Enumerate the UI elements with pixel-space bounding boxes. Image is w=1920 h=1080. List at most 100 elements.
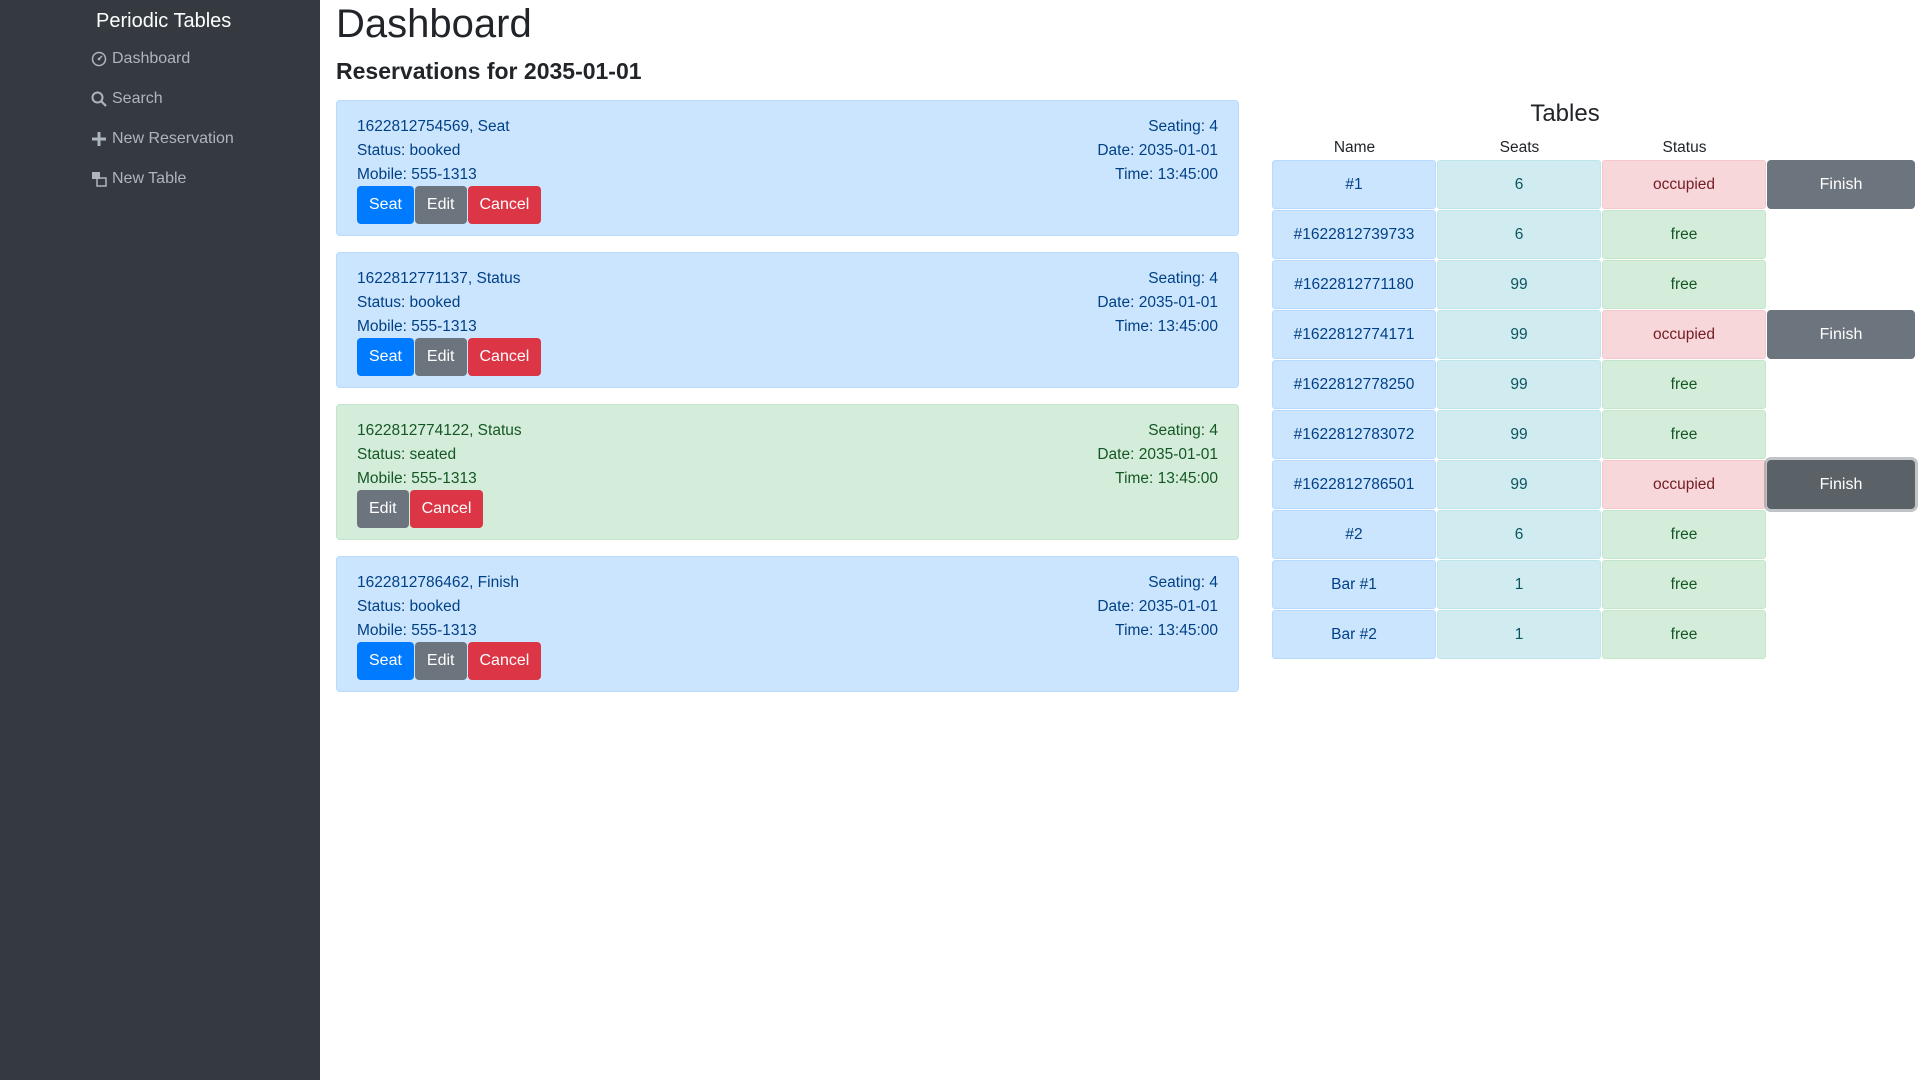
reservation-title: 1622812774122, Status xyxy=(357,422,522,439)
reservation-card: 1622812754569, Seat Status: booked Mobil… xyxy=(336,100,1239,236)
reservation-date: Date: 2035-01-01 xyxy=(1097,598,1218,615)
sidebar-item-label: Dashboard xyxy=(112,50,191,67)
reservation-mobile: Mobile: 555-1313 xyxy=(357,166,477,183)
tables-header: Name Seats Status xyxy=(1272,139,1767,157)
edit-button[interactable]: Edit xyxy=(414,186,467,224)
edit-button[interactable]: Edit xyxy=(357,490,409,528)
table-status: occupied xyxy=(1602,310,1766,359)
table-name: #1622812771180 xyxy=(1272,260,1436,309)
table-row: #1622812774171 99 occupied Finish xyxy=(1272,310,1915,360)
reservation-date: Date: 2035-01-01 xyxy=(1097,142,1218,159)
reservation-mobile: Mobile: 555-1313 xyxy=(357,622,477,639)
reservation-date: Date: 2035-01-01 xyxy=(1097,446,1218,463)
table-name: Bar #1 xyxy=(1272,560,1436,609)
table-seats: 1 xyxy=(1437,560,1601,609)
sidebar: Periodic Tables Dashboard Search New Res… xyxy=(0,0,320,1080)
page-subtitle: Reservations for 2035-01-01 xyxy=(336,58,642,84)
table-seats: 6 xyxy=(1437,510,1601,559)
table-seats: 1 xyxy=(1437,610,1601,659)
sidebar-item-search[interactable]: Search xyxy=(90,90,163,108)
table-seats: 99 xyxy=(1437,410,1601,459)
reservation-title: 1622812771137, Status xyxy=(357,270,521,287)
table-status: free xyxy=(1602,510,1766,559)
reservation-seating: Seating: 4 xyxy=(1148,422,1218,439)
seat-button[interactable]: Seat xyxy=(357,642,414,680)
reservation-time: Time: 13:45:00 xyxy=(1115,166,1218,183)
table-name: #1 xyxy=(1272,160,1436,209)
table-row: Bar #1 1 free xyxy=(1272,560,1915,610)
reservation-mobile: Mobile: 555-1313 xyxy=(357,470,477,487)
sidebar-item-label: New Reservation xyxy=(112,130,234,147)
table-status: occupied xyxy=(1602,160,1766,209)
seat-button[interactable]: Seat xyxy=(357,338,414,376)
reservation-title: 1622812754569, Seat xyxy=(357,118,510,135)
tables-title: Tables xyxy=(1530,100,1600,127)
dashboard-icon xyxy=(90,50,108,68)
edit-button[interactable]: Edit xyxy=(414,642,467,680)
reservation-status: Status: seated xyxy=(357,446,457,463)
table-row: Bar #2 1 free xyxy=(1272,610,1915,660)
table-status: free xyxy=(1602,410,1766,459)
seat-button[interactable]: Seat xyxy=(357,186,414,224)
reservation-time: Time: 13:45:00 xyxy=(1115,622,1218,639)
table-name: #1622812786501 xyxy=(1272,460,1436,509)
table-status: free xyxy=(1602,610,1766,659)
reservation-status: Status: booked xyxy=(357,142,461,159)
table-name: #1622812774171 xyxy=(1272,310,1436,359)
table-status: occupied xyxy=(1602,460,1766,509)
table-status: free xyxy=(1602,360,1766,409)
table-row: #1 6 occupied Finish xyxy=(1272,160,1915,210)
column-header-seats: Seats xyxy=(1499,139,1540,156)
reservation-status: Status: booked xyxy=(357,598,461,615)
table-status: free xyxy=(1602,260,1766,309)
table-status: free xyxy=(1602,560,1766,609)
brand-title: Periodic Tables xyxy=(96,10,232,32)
edit-button[interactable]: Edit xyxy=(414,338,467,376)
sidebar-item-new-reservation[interactable]: New Reservation xyxy=(90,130,234,148)
table-seats: 6 xyxy=(1437,160,1601,209)
reservation-card: 1622812786462, Finish Status: booked Mob… xyxy=(336,556,1239,692)
reservation-list: 1622812754569, Seat Status: booked Mobil… xyxy=(336,100,1239,708)
finish-button[interactable]: Finish xyxy=(1767,160,1915,209)
table-seats: 99 xyxy=(1437,460,1601,509)
cancel-button[interactable]: Cancel xyxy=(467,642,542,680)
cancel-button[interactable]: Cancel xyxy=(409,490,484,528)
reservation-card: 1622812774122, Status Status: seated Mob… xyxy=(336,404,1239,540)
finish-button[interactable]: Finish xyxy=(1767,460,1915,509)
table-row: #1622812739733 6 free xyxy=(1272,210,1915,260)
tables-grid: #1 6 occupied Finish #1622812739733 6 fr… xyxy=(1272,160,1915,660)
column-header-name: Name xyxy=(1333,139,1376,156)
table-row: #1622812778250 99 free xyxy=(1272,360,1915,410)
finish-button[interactable]: Finish xyxy=(1767,310,1915,359)
reservation-title: 1622812786462, Finish xyxy=(357,574,520,591)
reservation-time: Time: 13:45:00 xyxy=(1115,318,1218,335)
cancel-button[interactable]: Cancel xyxy=(467,186,542,224)
sidebar-item-new-table[interactable]: New Table xyxy=(90,170,186,188)
table-seats: 6 xyxy=(1437,210,1601,259)
column-header-status: Status xyxy=(1662,139,1707,156)
reservation-time: Time: 13:45:00 xyxy=(1115,470,1218,487)
sidebar-item-dashboard[interactable]: Dashboard xyxy=(90,50,190,68)
table-icon xyxy=(90,170,108,188)
plus-icon xyxy=(90,130,108,148)
sidebar-item-label: Search xyxy=(112,90,163,107)
page-title: Dashboard xyxy=(336,2,532,46)
table-seats: 99 xyxy=(1437,360,1601,409)
reservation-card: 1622812771137, Status Status: booked Mob… xyxy=(336,252,1239,388)
table-status: free xyxy=(1602,210,1766,259)
reservation-mobile: Mobile: 555-1313 xyxy=(357,318,477,335)
table-name: #1622812778250 xyxy=(1272,360,1436,409)
table-row: #1622812771180 99 free xyxy=(1272,260,1915,310)
sidebar-item-label: New Table xyxy=(112,170,187,187)
reservation-status: Status: booked xyxy=(357,294,461,311)
table-name: #1622812739733 xyxy=(1272,210,1436,259)
table-row: #2 6 free xyxy=(1272,510,1915,560)
table-row: #1622812786501 99 occupied Finish xyxy=(1272,460,1915,510)
reservation-seating: Seating: 4 xyxy=(1148,118,1218,135)
table-name: #2 xyxy=(1272,510,1436,559)
reservation-date: Date: 2035-01-01 xyxy=(1097,294,1218,311)
table-seats: 99 xyxy=(1437,310,1601,359)
cancel-button[interactable]: Cancel xyxy=(467,338,542,376)
table-seats: 99 xyxy=(1437,260,1601,309)
table-name: #1622812783072 xyxy=(1272,410,1436,459)
